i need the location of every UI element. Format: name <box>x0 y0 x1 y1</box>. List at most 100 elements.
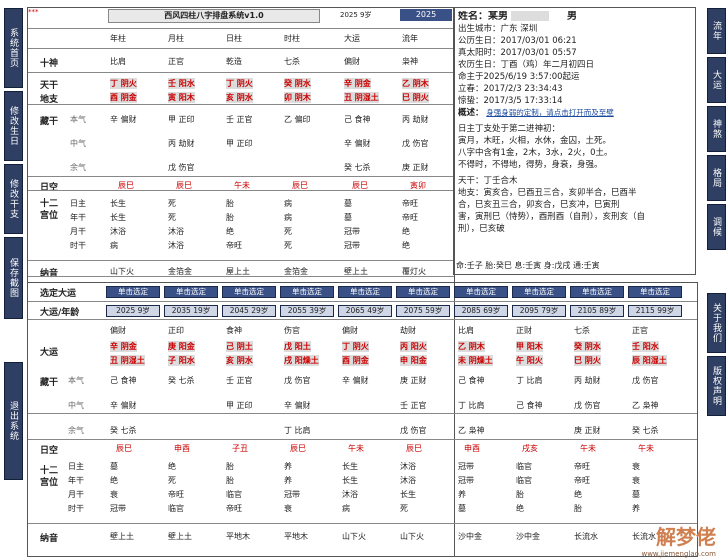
dayun-dizhi: 辰 阳湿土 <box>632 355 667 366</box>
dayun-zhong: 辛 偏财 <box>284 401 311 410</box>
dizhi-value: 卯 阴木 <box>284 92 311 103</box>
dayun-ben: 戊 伤官 <box>284 376 311 385</box>
select-dayun-button[interactable]: 单击选定 <box>628 286 682 298</box>
nav-tiaohou-button[interactable]: 调候 <box>707 204 726 250</box>
gongwei-value: 冠带 <box>344 227 360 236</box>
dayun-gongwei: 帝旺 <box>574 462 590 471</box>
gongwei-value: 绝 <box>226 227 234 236</box>
nav-dayun-button[interactable]: 大运 <box>707 57 726 103</box>
canggan-yu: 戊 伤官 <box>168 163 195 172</box>
row-label: 纳音 <box>40 534 59 544</box>
dayun-gongwei: 衰 <box>632 476 640 485</box>
year-button[interactable]: 2025 <box>400 9 452 21</box>
gongwei-value: 帝旺 <box>402 199 418 208</box>
select-dayun-button[interactable]: 单击选定 <box>106 286 160 298</box>
minggong-line: 命:壬子 胎:癸巳 息:壬寅 身:戊戌 通:壬寅 <box>456 261 600 270</box>
dayun-gongwei: 养 <box>632 504 640 513</box>
nav-home-button[interactable]: 系统首页 <box>4 8 23 88</box>
select-dayun-button[interactable]: 单击选定 <box>222 286 276 298</box>
pillar-header: 月柱 <box>168 34 184 43</box>
dayun-shishen: 偏财 <box>110 326 126 335</box>
select-dayun-button[interactable]: 单击选定 <box>512 286 566 298</box>
dayun-zhong: 甲 正印 <box>226 401 253 410</box>
info-panel: 姓名：某男 男 出生城市：广东 深圳 公历生日：2017/03/01 06:21 真… <box>453 7 696 275</box>
dayun-gongwei: 沐浴 <box>400 476 416 485</box>
nav-about-button[interactable]: 关于我们 <box>707 293 726 353</box>
select-dayun-button[interactable]: 单击选定 <box>164 286 218 298</box>
divider <box>28 104 454 105</box>
row-label: 藏干 <box>40 378 59 388</box>
dayun-gongwei: 帝旺 <box>226 504 242 513</box>
left-nav: 系统首页 修改生日 修改干支 保存截图 退出系统 <box>4 8 23 480</box>
dayun-zhong: 己 食神 <box>516 401 543 410</box>
kongwang-value: 辰巳 <box>176 181 192 190</box>
dayun-yu: 丁 比肩 <box>284 426 311 435</box>
info-line: 公历生日：2017/03/01 06:21 <box>458 36 577 46</box>
dayun-shishen: 比肩 <box>458 326 474 335</box>
divider <box>28 28 454 29</box>
watermark-logo: 解梦佬 <box>656 525 716 549</box>
dayun-gongwei: 绝 <box>168 462 176 471</box>
dayun-gongwei: 长生 <box>400 490 416 499</box>
gongwei-label: 时干 <box>70 241 86 250</box>
nayin-value: 壁上土 <box>344 267 368 276</box>
nav-exit-button[interactable]: 退出系统 <box>4 362 23 480</box>
row-label: 本气 <box>70 115 86 124</box>
gongwei-value: 死 <box>168 199 176 208</box>
dayun-zhong: 乙 枭神 <box>632 401 659 410</box>
select-dayun-button[interactable]: 单击选定 <box>570 286 624 298</box>
nav-save-screenshot-button[interactable]: 保存截图 <box>4 237 23 319</box>
gongwei-value: 沐浴 <box>168 227 184 236</box>
dayun-nayin: 壁上土 <box>110 532 134 541</box>
gongwei-label: 日主 <box>70 199 86 208</box>
row-label: 日空 <box>40 446 59 456</box>
gaishu-link[interactable]: 身强身弱的定制，请点击打开而及至壁 <box>486 108 614 117</box>
canggan-zhong: 丙 劫财 <box>168 139 195 148</box>
nav-copyright-button[interactable]: 版权声明 <box>707 356 726 416</box>
select-dayun-button[interactable]: 单击选定 <box>454 286 508 298</box>
canggan-ben: 己 食神 <box>344 115 371 124</box>
kongwang-value: 辰巳 <box>292 181 308 190</box>
row-label: 选定大运 <box>40 289 77 299</box>
dayun-gongwei: 墓 <box>632 490 640 499</box>
nav-geju-button[interactable]: 格局 <box>707 155 726 201</box>
select-dayun-button[interactable]: 单击选定 <box>280 286 334 298</box>
dayun-kongwang: 申酉 <box>174 444 190 453</box>
nav-liunian-button[interactable]: 流年 <box>707 8 726 54</box>
dayun-tiangan: 壬 阳水 <box>632 341 659 352</box>
tiangan-value: 辛 阴金 <box>344 78 371 89</box>
dayun-zhong: 丁 比肩 <box>458 401 485 410</box>
kongwang-value: 午未 <box>234 181 250 190</box>
gongwei-value: 帝旺 <box>402 213 418 222</box>
dayun-year-label: 2095 79岁 <box>512 305 566 317</box>
canggan-ben: 辛 偏财 <box>110 115 137 124</box>
row-label: 藏干 <box>40 117 59 127</box>
info-line: 农历生日：丁酉（鸡）年二月初四日 <box>458 60 595 70</box>
divider <box>28 523 697 524</box>
gongwei-value: 胎 <box>226 199 234 208</box>
gongwei-value: 死 <box>284 241 292 250</box>
dayun-tiangan: 辛 阴金 <box>110 341 137 352</box>
row-label: 余气 <box>70 163 86 172</box>
dayun-gongwei: 冠带 <box>284 490 300 499</box>
dayun-shishen: 伤官 <box>284 326 300 335</box>
select-dayun-button[interactable]: 单击选定 <box>338 286 392 298</box>
dayun-gongwei: 临官 <box>168 504 184 513</box>
dayun-ben: 辛 偏财 <box>342 376 369 385</box>
select-dayun-button[interactable]: 单击选定 <box>396 286 450 298</box>
dayun-shishen: 七杀 <box>574 326 590 335</box>
dizhi-relation-line: 地支：寅亥合，巳酉丑三合，亥卯半合，巳酉半 <box>458 188 637 198</box>
dayun-gongwei: 死 <box>168 476 176 485</box>
gongwei-value: 长生 <box>110 199 126 208</box>
dayun-gongwei: 胎 <box>226 462 234 471</box>
nav-edit-ganzhi-button[interactable]: 修改干支 <box>4 164 23 234</box>
divider <box>28 301 697 302</box>
nav-shensha-button[interactable]: 神煞 <box>707 106 726 152</box>
info-line: 真太阳时：2017/03/01 05:57 <box>458 48 577 58</box>
dayun-nayin: 壁上土 <box>168 532 192 541</box>
nav-edit-birthday-button[interactable]: 修改生日 <box>4 91 23 161</box>
canggan-yu: 庚 正财 <box>402 163 429 172</box>
dizhi-relation-line: 合，巳亥丑三合，卯亥合，巳亥冲，巳寅刑 <box>458 200 620 210</box>
nayin-value: 山下火 <box>110 267 134 276</box>
canggan-zhong: 甲 正印 <box>226 139 253 148</box>
